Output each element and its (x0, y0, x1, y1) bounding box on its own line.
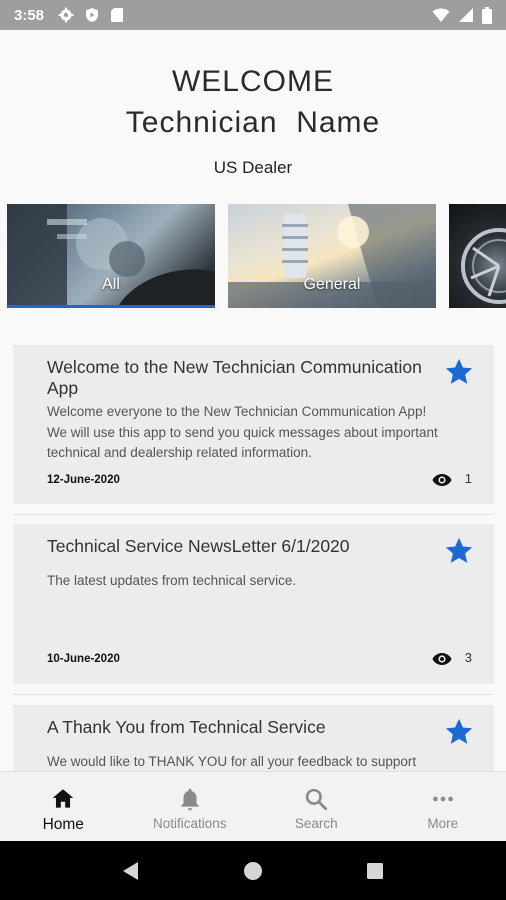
system-navigation-bar (0, 841, 506, 900)
category-all[interactable]: All (7, 204, 215, 308)
nav-more-label: More (427, 816, 459, 831)
status-bar: 3:58 (0, 0, 506, 30)
message-date: 12-June-2020 (47, 474, 120, 486)
technician-name: Technician Name (125, 106, 381, 139)
signal-icon (459, 8, 473, 22)
battery-icon (482, 6, 492, 24)
wifi-icon (432, 8, 450, 22)
message-date: 10-June-2020 (47, 653, 120, 665)
category-carousel[interactable]: All General (7, 204, 506, 308)
eye-icon (432, 474, 452, 486)
recents-icon[interactable] (364, 860, 386, 882)
message-title: A Thank You from Technical Service (47, 717, 326, 737)
status-icons-left (58, 7, 124, 23)
bottom-navigation: Home Notifications Search More (0, 771, 506, 841)
category-general[interactable]: General (228, 204, 436, 308)
divider (13, 694, 494, 695)
view-count: 3 (464, 650, 472, 665)
nav-search[interactable]: Search (253, 772, 380, 841)
message-body: The latest updates from technical servic… (47, 573, 297, 588)
bell-icon (181, 788, 199, 811)
divider (13, 514, 494, 515)
message-card[interactable]: A Thank You from Technical Service We wo… (13, 705, 494, 771)
nav-notifications[interactable]: Notifications (127, 772, 254, 841)
star-icon[interactable] (444, 536, 474, 566)
sd-card-icon (111, 8, 124, 22)
app-screen: 3:58 WELCOME Technician Name US Dealer A… (0, 0, 506, 900)
category-label-general: General (303, 276, 361, 293)
message-body: We would like to THANK YOU for all your … (47, 754, 417, 769)
nav-search-label: Search (294, 816, 338, 831)
view-count: 1 (464, 471, 472, 486)
message-card[interactable]: Welcome to the New Technician Communicat… (13, 345, 494, 504)
search-icon (306, 788, 328, 811)
status-time: 3:58 (14, 6, 45, 24)
dealer-label: US Dealer (213, 158, 293, 177)
settings-icon (58, 7, 74, 23)
category-label-all: All (102, 276, 120, 293)
message-title: Welcome to the New Technician Communicat… (47, 357, 422, 398)
star-icon[interactable] (444, 717, 474, 747)
wheel-image (461, 228, 506, 304)
message-title: Technical Service NewsLetter 6/1/2020 (47, 536, 350, 556)
message-body: Welcome everyone to the New Technician C… (47, 404, 438, 460)
home-circle-icon[interactable] (242, 860, 264, 882)
selected-indicator (7, 305, 215, 308)
message-card[interactable]: Technical Service NewsLetter 6/1/2020 Th… (13, 524, 494, 684)
nav-more[interactable]: More (380, 772, 506, 841)
home-icon (52, 789, 74, 808)
eye-icon (432, 653, 452, 665)
more-icon (432, 796, 453, 802)
category-partial[interactable] (449, 204, 506, 308)
status-icons-right (432, 6, 492, 24)
star-icon[interactable] (444, 357, 474, 387)
play-protect-icon (86, 8, 99, 22)
nav-home[interactable]: Home (0, 772, 127, 841)
nav-home-label: Home (42, 816, 84, 833)
back-icon[interactable] (120, 860, 142, 882)
nav-notifications-label: Notifications (152, 816, 227, 831)
welcome-heading: WELCOME (171, 65, 334, 98)
